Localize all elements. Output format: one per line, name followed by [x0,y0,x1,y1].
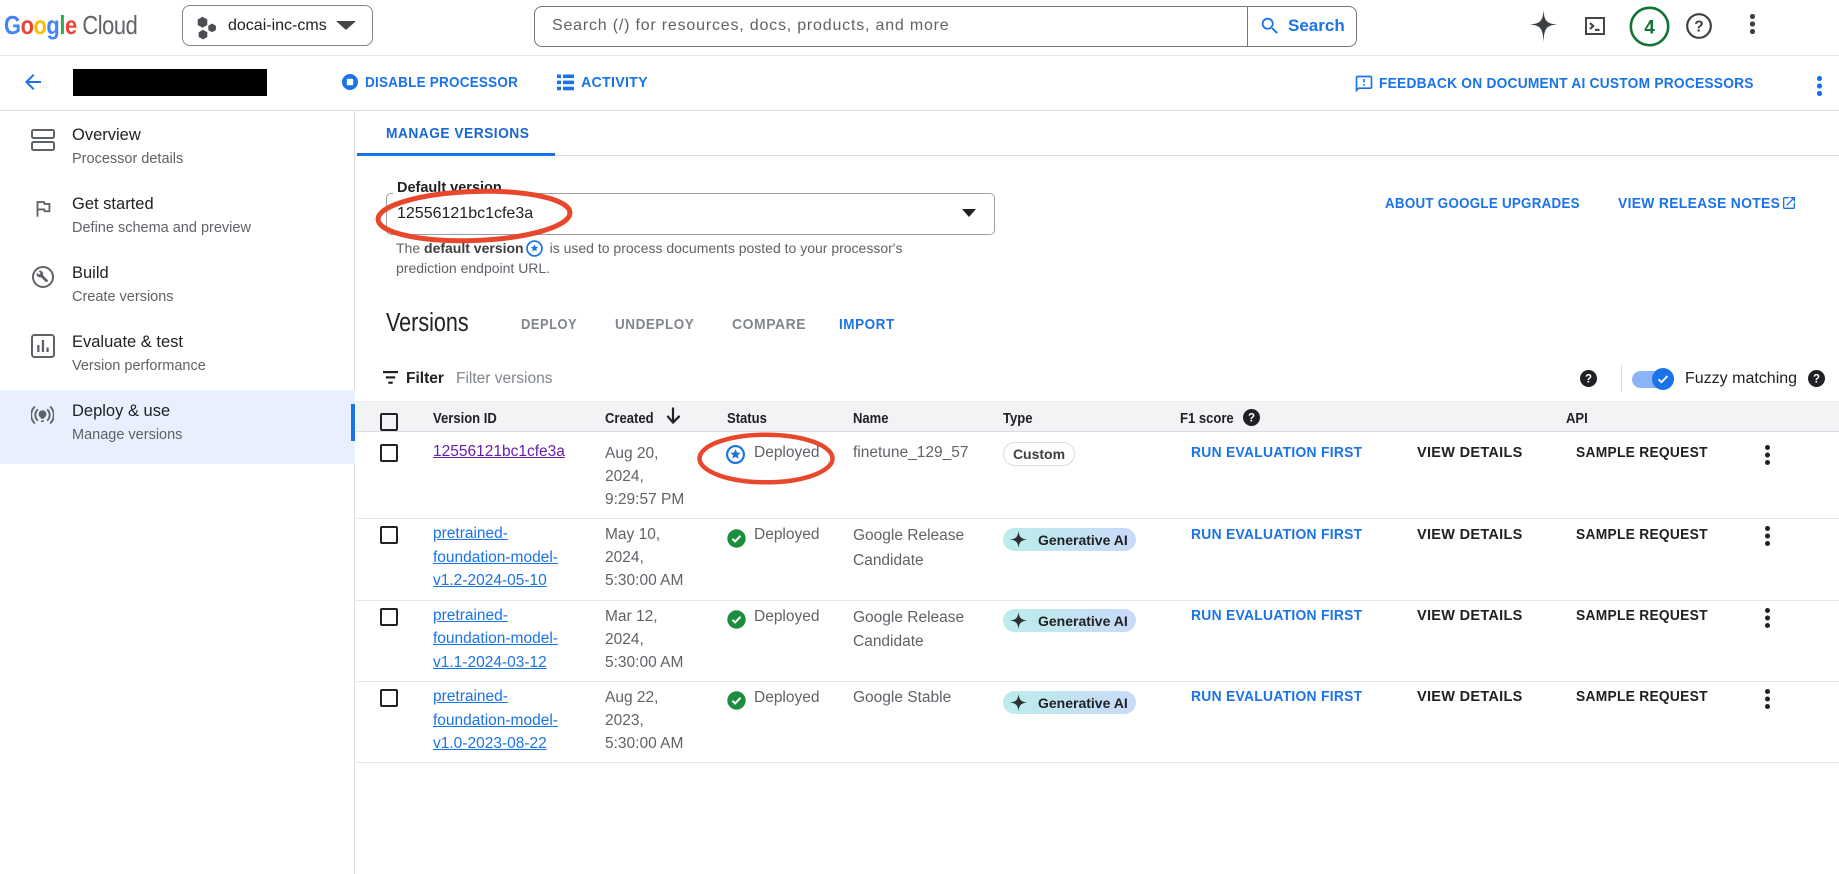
svg-text:?: ? [1694,19,1703,36]
svg-text:4: 4 [1644,18,1655,39]
svg-text:?: ? [1585,374,1592,386]
svg-text:?: ? [1248,413,1255,425]
svg-text:?: ? [1813,374,1820,386]
